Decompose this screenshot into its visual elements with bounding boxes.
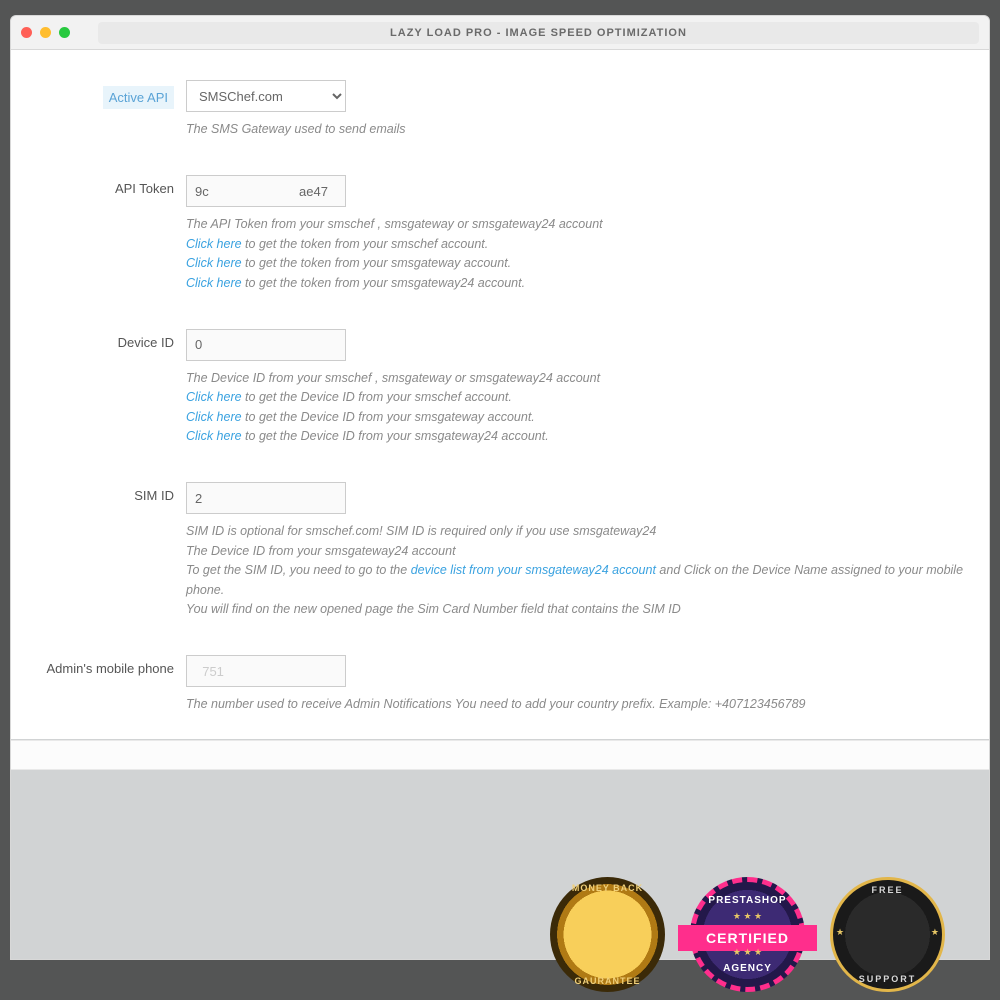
device-id-input[interactable]	[186, 329, 346, 361]
row-sim-id: SIM ID SIM ID is optional for smschef.co…	[21, 472, 979, 645]
label-admin-phone: Admin's mobile phone	[21, 655, 186, 676]
label-device-id: Device ID	[21, 329, 186, 350]
sim-id-input[interactable]	[186, 482, 346, 514]
window-controls	[21, 27, 70, 38]
page-title: LAZY LOAD PRO - IMAGE SPEED OPTIMIZATION	[390, 27, 687, 39]
help-active-api: The SMS Gateway used to send emails	[186, 120, 979, 139]
link-device-smsgateway[interactable]: Click here	[186, 410, 242, 424]
label-api-token: API Token	[21, 175, 186, 196]
link-token-smsgateway24[interactable]: Click here	[186, 276, 242, 290]
maximize-icon[interactable]	[59, 27, 70, 38]
close-icon[interactable]	[21, 27, 32, 38]
link-device-list[interactable]: device list from your smsgateway24 accou…	[411, 563, 656, 577]
admin-phone-input[interactable]	[186, 655, 346, 687]
row-admin-phone: Admin's mobile phone The number used to …	[21, 645, 979, 724]
link-token-smsgateway[interactable]: Click here	[186, 256, 242, 270]
help-admin-phone: The number used to receive Admin Notific…	[186, 695, 979, 714]
row-device-id: Device ID The Device ID from your smsche…	[21, 319, 979, 473]
label-sim-id: SIM ID	[21, 482, 186, 503]
page-content: Active API SMSChef.com The SMS Gateway u…	[10, 50, 990, 960]
badge-money-back: MONEY BACK 30 DAYS GAURANTEE	[550, 877, 665, 992]
badge-support: FREE 24/7 SUPPORT ★ ★	[830, 877, 945, 992]
row-active-api: Active API SMSChef.com The SMS Gateway u…	[21, 70, 979, 165]
minimize-icon[interactable]	[40, 27, 51, 38]
label-active-api: Active API	[103, 86, 174, 109]
api-token-input[interactable]	[186, 175, 346, 207]
link-device-smschef[interactable]: Click here	[186, 390, 242, 404]
link-device-smsgateway24[interactable]: Click here	[186, 429, 242, 443]
row-api-token: API Token The API Token from your smsche…	[21, 165, 979, 319]
browser-titlebar: LAZY LOAD PRO - IMAGE SPEED OPTIMIZATION	[10, 15, 990, 50]
help-api-token: The API Token from your smschef , smsgat…	[186, 215, 979, 293]
help-sim-id: SIM ID is optional for smschef.com! SIM …	[186, 522, 979, 619]
link-token-smschef[interactable]: Click here	[186, 237, 242, 251]
badge-certified: PRESTASHOP CERTIFIED AGENCY ★ ★ ★ ★ ★ ★	[690, 877, 805, 992]
help-device-id: The Device ID from your smschef , smsgat…	[186, 369, 979, 447]
panel-footer	[11, 740, 989, 770]
active-api-select[interactable]: SMSChef.com	[186, 80, 346, 112]
address-bar[interactable]: LAZY LOAD PRO - IMAGE SPEED OPTIMIZATION	[98, 22, 979, 44]
